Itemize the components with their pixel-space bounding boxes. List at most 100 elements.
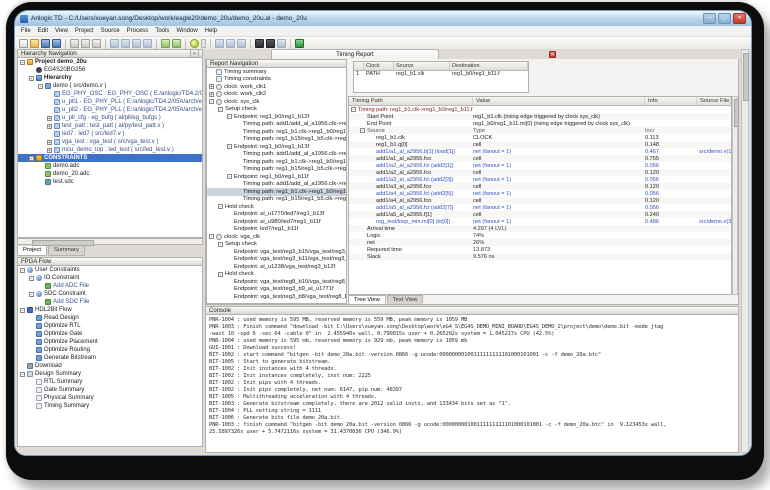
expander-icon[interactable]: - xyxy=(218,272,223,277)
tree-item[interactable]: EG_PHY_OSC : EG_PHY_OSC ( E:/anlogic/TD4… xyxy=(18,90,202,98)
expander-icon[interactable] xyxy=(360,233,365,238)
report-tree-item[interactable]: Endpoint: vga_test/reg3_b11/vga_test/reg… xyxy=(207,256,346,264)
separator-icon[interactable] xyxy=(210,39,211,49)
expander-icon[interactable] xyxy=(360,121,365,126)
report-tree-item[interactable]: Timing path: reg1_b1.clk->reg1_b0/reg1_b… xyxy=(207,188,346,196)
open-folder-icon[interactable] xyxy=(30,39,39,48)
expander-icon[interactable] xyxy=(227,264,232,269)
menu-item[interactable]: Help xyxy=(205,28,217,34)
flow-item[interactable]: Optimize Routing xyxy=(18,346,202,354)
expander-icon[interactable] xyxy=(227,287,232,292)
flow-item[interactable]: - IO Constraint xyxy=(18,274,202,282)
tree-item[interactable]: demo_20.adc xyxy=(18,170,202,178)
tree-item[interactable]: led7 : led7 ( src/led7.v ) xyxy=(18,130,202,138)
expander-icon[interactable] xyxy=(38,284,43,289)
table-row[interactable]: add1/a1_al_a2956.fco cell 0.755 xyxy=(349,155,731,162)
report-tree-item[interactable]: Endpoint: al_u1238/vga_test/reg3_b12f xyxy=(207,263,346,271)
table-row[interactable]: net 26% xyxy=(349,239,731,246)
table-row[interactable]: add1/a4_al_a2956.fci (add2[5]) net (fano… xyxy=(349,190,731,197)
horizontal-scrollbar[interactable] xyxy=(17,238,203,245)
dock-tab[interactable]: Summary xyxy=(48,246,85,256)
menu-item[interactable]: Window xyxy=(176,28,197,34)
report-tree-item[interactable]: Timing path: reg1_b1.clk->reg1_b0/reg1_b… xyxy=(207,158,346,166)
route-icon[interactable] xyxy=(266,39,275,48)
report-tree-item[interactable]: Timing path: reg1_b15/reg1_b5.clk->reg1_… xyxy=(207,166,346,174)
paste-icon[interactable] xyxy=(92,39,101,48)
flow-item[interactable]: Optimize Gate xyxy=(18,330,202,338)
report-tree-item[interactable]: Endpoint: vga_test/reg3_b8/vga_test/reg8… xyxy=(207,293,346,301)
table-row[interactable]: Required time 13.873 xyxy=(349,246,731,253)
gate-view-icon[interactable] xyxy=(226,39,235,48)
table-row[interactable]: add1/a2_al_a2956.fco cell 0.120 xyxy=(349,169,731,176)
tree-item[interactable]: + u_pll_cfg - eg_bufg ( al/pll/eg_bufgs … xyxy=(18,114,202,122)
close-button[interactable]: ✕ xyxy=(733,13,746,24)
menu-item[interactable]: Edit xyxy=(38,28,48,34)
table-row[interactable]: add1/a3_al_a2956.fco cell 0.120 xyxy=(349,183,731,190)
expander-icon[interactable] xyxy=(47,108,52,113)
maximize-button[interactable]: ▢ xyxy=(718,13,731,24)
expander-icon[interactable] xyxy=(29,316,34,321)
expander-icon[interactable]: + xyxy=(47,140,52,145)
expander-icon[interactable] xyxy=(227,294,232,299)
report-tree-item[interactable]: - Endpoint: reg1_b0/reg1_b11f xyxy=(207,173,346,181)
view-tab[interactable]: Tree View xyxy=(348,295,386,304)
report-tree-item[interactable]: Endpoint: al_u980/led7/reg1_b11f xyxy=(207,218,346,226)
flow-item[interactable]: Generate Bitstream xyxy=(18,354,202,362)
separator-icon[interactable] xyxy=(250,39,251,49)
report-tree-item[interactable]: Endpoint: vga_test/reg3_b9_al_u1771f xyxy=(207,286,346,294)
tree-item[interactable]: - Hierarchy xyxy=(18,74,202,82)
zoom-out-icon[interactable] xyxy=(121,39,130,48)
save-all-icon[interactable] xyxy=(52,39,61,48)
report-tree-item[interactable]: Endpoint: vga_test/reg3_b15/vga_test/reg… xyxy=(207,248,346,256)
expander-icon[interactable] xyxy=(209,69,214,74)
separator-icon[interactable] xyxy=(290,39,291,49)
expander-icon[interactable] xyxy=(209,77,214,82)
expander-icon[interactable]: - xyxy=(360,128,365,133)
report-tree-item[interactable]: - Endpoint: reg1_b0/reg1_b13f xyxy=(207,143,346,151)
cut-icon[interactable] xyxy=(70,39,79,48)
expander-icon[interactable] xyxy=(360,240,365,245)
flow-item[interactable]: RTL Summary xyxy=(18,378,202,386)
report-tree-item[interactable]: Endpoint: led7/reg1_b11f xyxy=(207,226,346,234)
expander-icon[interactable] xyxy=(369,191,374,196)
table-row[interactable]: - Source Type Incr xyxy=(349,127,731,134)
expander-icon[interactable] xyxy=(236,159,241,164)
table-row[interactable]: Slack 9.576 ns xyxy=(349,253,731,260)
table-row[interactable]: add1/a2_al_a2956.fci (add2[1]) net (fano… xyxy=(349,162,731,169)
table-view-icon[interactable] xyxy=(277,39,286,48)
report-tree-item[interactable]: - clock: vga_clk xyxy=(207,233,346,241)
expander-icon[interactable]: - xyxy=(209,99,214,104)
expander-icon[interactable]: - xyxy=(218,107,223,112)
report-tree-item[interactable]: + clock: work_clk1 xyxy=(207,83,346,91)
expander-icon[interactable] xyxy=(29,396,34,401)
table-row[interactable]: Arrival time 4.297 (4 LVL) xyxy=(349,225,731,232)
save-icon[interactable] xyxy=(41,39,50,48)
run-settings-icon[interactable] xyxy=(201,39,206,48)
flow-item[interactable]: Add ADC File xyxy=(18,282,202,290)
expander-icon[interactable] xyxy=(369,177,374,182)
new-file-icon[interactable] xyxy=(19,39,28,48)
flow-item[interactable]: - User Constraints xyxy=(18,266,202,274)
expander-icon[interactable] xyxy=(369,156,374,161)
report-tree-item[interactable]: Timing path: add1/add_al_a1956.clk->reg1… xyxy=(207,121,346,129)
flow-item[interactable]: Gate Summary xyxy=(18,386,202,394)
tab-close-icon[interactable]: ✕ xyxy=(549,51,556,58)
tree-item[interactable]: - demo ( src/demo.v ) xyxy=(18,82,202,90)
flow-item[interactable]: Physical Summary xyxy=(18,394,202,402)
report-tree-item[interactable]: - Hold check xyxy=(207,271,346,279)
expander-icon[interactable]: + xyxy=(209,92,214,97)
zoom-select-icon[interactable] xyxy=(143,39,152,48)
rtl-view-icon[interactable] xyxy=(215,39,224,48)
report-tree-item[interactable]: - Setup check xyxy=(207,106,346,114)
report-tree-item[interactable]: Timing path: add1/add_al_a1956.clk->reg1… xyxy=(207,151,346,159)
expander-icon[interactable]: - xyxy=(29,156,34,161)
table-row[interactable]: 1 PATH reg1_b1.clk reg1_b0/reg1_b11.f xyxy=(354,70,528,78)
expander-icon[interactable]: - xyxy=(218,204,223,209)
table-row[interactable]: reg1_b1.q[0] cell 0.148 xyxy=(349,141,731,148)
expander-icon[interactable] xyxy=(369,163,374,168)
zoom-full-icon[interactable] xyxy=(132,39,141,48)
panel-close-icon[interactable]: ✕ xyxy=(190,49,199,58)
download-icon[interactable] xyxy=(295,39,304,48)
expander-icon[interactable]: - xyxy=(38,84,43,89)
zoom-in-icon[interactable] xyxy=(110,39,119,48)
